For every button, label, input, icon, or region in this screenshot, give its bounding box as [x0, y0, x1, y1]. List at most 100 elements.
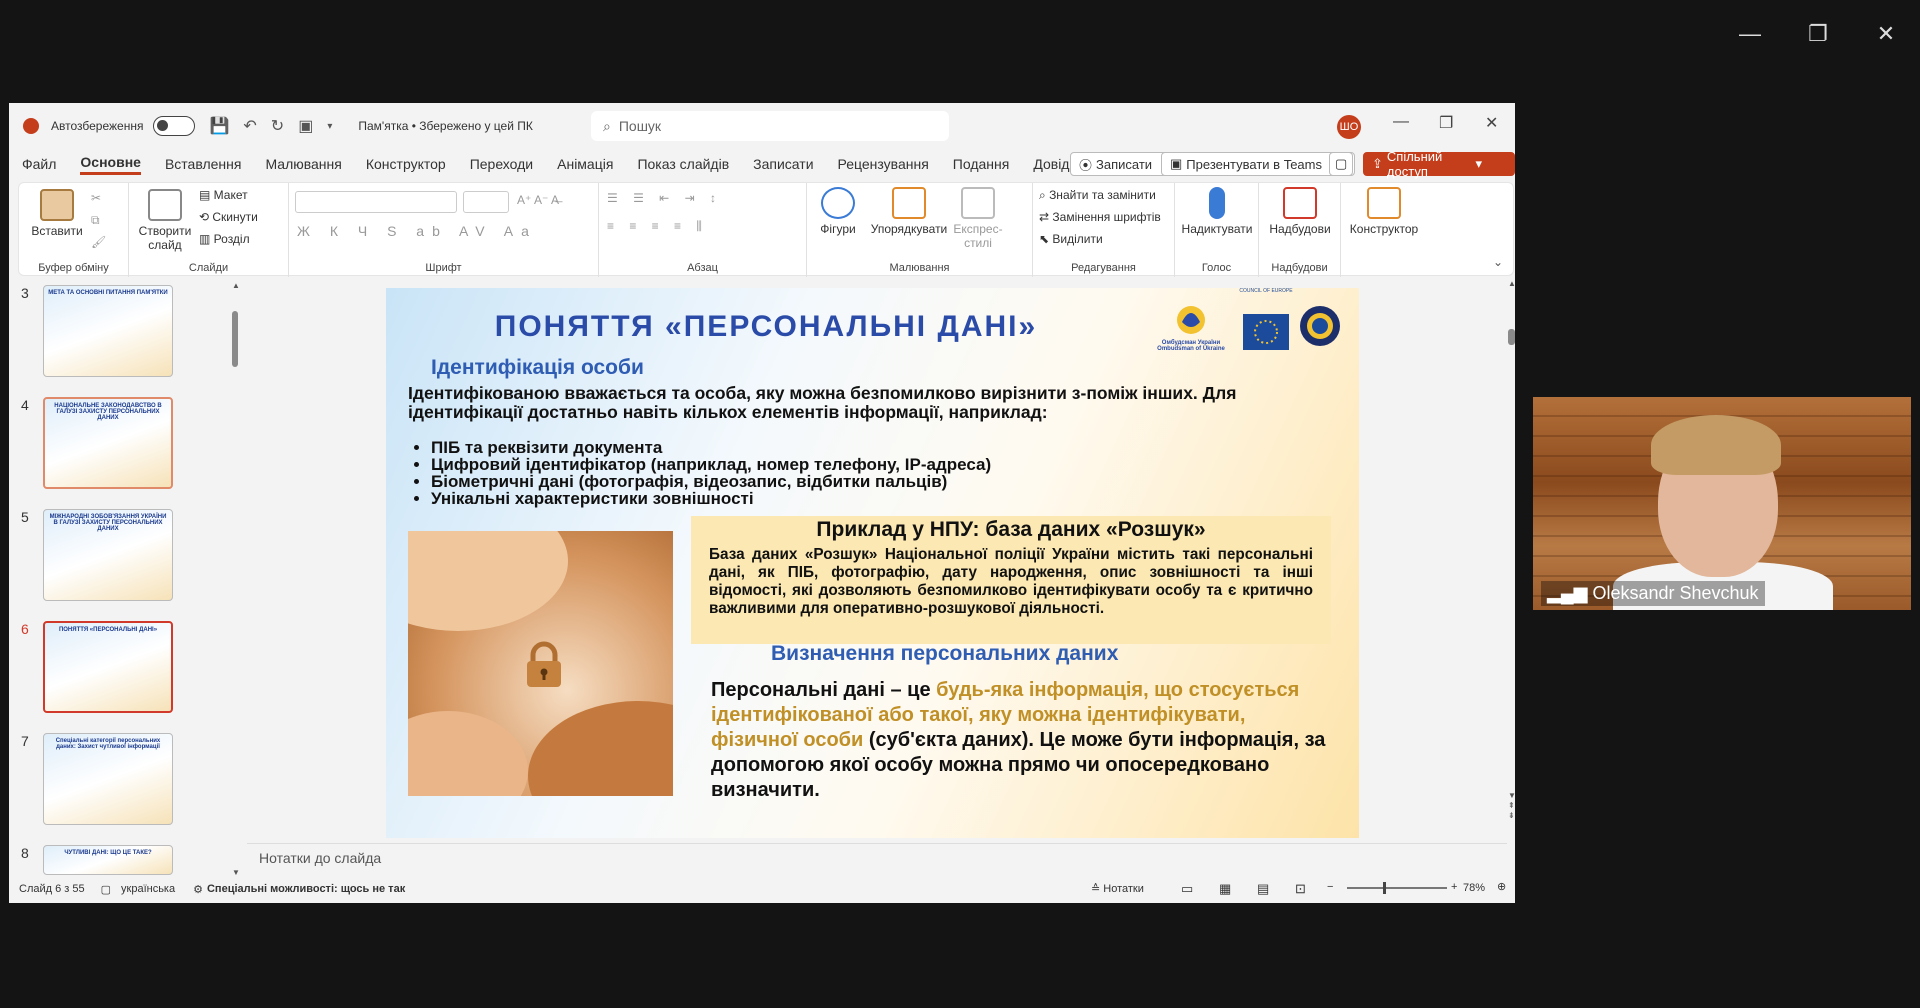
- slide-canvas[interactable]: ПОНЯТТЯ «ПЕРСОНАЛЬНІ ДАНІ» Омбудсман Укр…: [386, 288, 1359, 838]
- redo-icon[interactable]: ↻: [271, 116, 284, 136]
- restore-icon[interactable]: ❐: [1784, 0, 1852, 68]
- copy-icon[interactable]: ⧉: [91, 213, 100, 228]
- new-slide-icon: [148, 189, 182, 221]
- tab-view[interactable]: Подання: [953, 156, 1010, 172]
- wave-shape: [528, 701, 673, 796]
- slide-scrollbar[interactable]: ▲ ▼ ⇞ ⇟: [1508, 279, 1515, 835]
- share-dropdown-icon: ▾: [1475, 156, 1482, 171]
- search-box[interactable]: ⌕ Пошук: [591, 111, 949, 141]
- new-slide-label: Створити слайд: [138, 224, 192, 252]
- scroll-up-icon[interactable]: ▲: [232, 281, 240, 290]
- zoom-slider[interactable]: [1347, 882, 1447, 894]
- slide-thumbnail-3[interactable]: МЕТА ТА ОСНОВНІ ПИТАННЯ ПАМ'ЯТКИ: [43, 285, 173, 377]
- undo-icon[interactable]: ↶: [243, 116, 256, 136]
- slide-sorter-icon[interactable]: ▦: [1219, 881, 1231, 897]
- font-name-box[interactable]: [295, 191, 457, 213]
- padlock-icon: [527, 641, 561, 687]
- zoom-level[interactable]: 78%: [1463, 882, 1485, 894]
- notes-toggle[interactable]: ≙ Нотатки: [1091, 882, 1144, 895]
- shapes-button[interactable]: Фігури: [811, 187, 865, 236]
- list-icons[interactable]: ☰ ☰ ⇤ ⇥ ↕: [607, 191, 722, 205]
- slide-thumbnail-5[interactable]: МІЖНАРОДНІ ЗОБОВ'ЯЗАННЯ УКРАЇНИ В ГАЛУЗІ…: [43, 509, 173, 601]
- slideshow-icon[interactable]: ⊡: [1295, 881, 1306, 897]
- zoom-in-icon[interactable]: +: [1451, 881, 1457, 893]
- tab-record[interactable]: Записати: [753, 156, 813, 172]
- notes-pane[interactable]: Нотатки до слайда: [247, 843, 1507, 871]
- present-teams-label: Презентувати в Teams: [1186, 156, 1322, 172]
- accessibility-icon[interactable]: ⚙: [193, 883, 203, 896]
- tab-review[interactable]: Рецензування: [838, 156, 929, 172]
- slide-scrollbar-thumb[interactable]: [1508, 329, 1515, 345]
- replace-fonts-label: Замінення шрифтів: [1052, 210, 1161, 224]
- app-restore-icon[interactable]: ❐: [1439, 113, 1453, 133]
- slide-scroll-up-icon[interactable]: ▲: [1508, 279, 1515, 288]
- council-logo-text: COUNCIL OF EUROPE: [1239, 288, 1293, 294]
- scrollbar-thumb[interactable]: [232, 311, 238, 367]
- reading-view-icon[interactable]: ▤: [1257, 881, 1269, 897]
- slide-nav-icons[interactable]: ▼ ⇞ ⇟: [1508, 791, 1515, 821]
- quick-access-dropdown-icon[interactable]: ▾: [327, 121, 332, 132]
- slide-thumbnail-8[interactable]: ЧУТЛИВІ ДАНІ: ЩО ЦЕ ТАКЕ?: [43, 845, 173, 875]
- tab-file[interactable]: Файл: [22, 156, 56, 172]
- tab-slideshow[interactable]: Показ слайдів: [637, 156, 729, 172]
- participant-name-label: Oleksandr Shevchuk: [1592, 583, 1759, 603]
- arrange-button[interactable]: Упорядкувати: [867, 187, 951, 236]
- slide-thumbnail-7[interactable]: Спеціальні категорії персональних даних:…: [43, 733, 173, 825]
- close-icon[interactable]: ✕: [1852, 0, 1920, 68]
- accessibility-status[interactable]: Спеціальні можливості: щось не так: [207, 883, 405, 895]
- zoom-out-icon[interactable]: −: [1327, 881, 1333, 893]
- autosave-toggle[interactable]: [153, 116, 196, 136]
- document-title[interactable]: Пам'ятка • Збережено у цей ПК: [358, 119, 533, 133]
- dictate-button[interactable]: Надиктувати: [1179, 187, 1255, 236]
- increase-font-icon[interactable]: A⁺ A⁻ A̶: [517, 193, 559, 207]
- align-icons[interactable]: ≡ ≡ ≡ ≡ ⫼: [607, 219, 708, 234]
- ribbon: Вставити ✂ ⧉ 🖌 Буфер обміну Створити сла…: [18, 182, 1514, 277]
- app-minimize-icon[interactable]: —: [1393, 113, 1409, 131]
- slide-thumbnail-6[interactable]: ПОНЯТТЯ «ПЕРСОНАЛЬНІ ДАНІ»: [43, 621, 173, 713]
- present-teams-button[interactable]: ▣ Презентувати в Teams: [1161, 152, 1355, 176]
- avatar[interactable]: ШО: [1337, 115, 1361, 139]
- select-button[interactable]: ⬉ Виділити: [1039, 232, 1103, 246]
- ribbon-collapse-icon[interactable]: ⌄: [1493, 255, 1503, 269]
- app-close-icon[interactable]: ✕: [1485, 113, 1498, 133]
- normal-view-icon[interactable]: ▭: [1181, 881, 1193, 897]
- tab-animations[interactable]: Анімація: [557, 156, 613, 172]
- format-painter-icon[interactable]: 🖌: [91, 235, 106, 249]
- present-icon[interactable]: ▣: [298, 116, 313, 136]
- fit-slide-icon[interactable]: ⊕: [1497, 880, 1506, 893]
- paragraph-group-label: Абзац: [687, 262, 718, 274]
- paste-icon: [40, 189, 74, 221]
- font-size-box[interactable]: [463, 191, 509, 213]
- zoom-slider-handle[interactable]: [1383, 882, 1386, 894]
- slide-thumbnail-4[interactable]: НАЦІОНАЛЬНЕ ЗАКОНОДАВСТВО В ГАЛУЗІ ЗАХИС…: [43, 397, 173, 489]
- find-button[interactable]: ⌕ Знайти та замінити: [1039, 188, 1156, 203]
- share-button[interactable]: ⇪ Спільний доступ ▾: [1363, 149, 1515, 179]
- thumbnails-scrollbar[interactable]: ▲ ▼: [231, 281, 240, 877]
- new-slide-button[interactable]: Створити слайд: [137, 189, 193, 252]
- tab-transitions[interactable]: Переходи: [470, 156, 533, 172]
- quick-styles-button[interactable]: Експрес-стилі: [953, 187, 1003, 250]
- section-button[interactable]: ▥ Розділ: [199, 232, 250, 246]
- find-label: Знайти та замінити: [1049, 188, 1156, 202]
- tab-draw[interactable]: Малювання: [265, 156, 341, 172]
- replace-fonts-button[interactable]: ⇄ Замінення шрифтів: [1039, 210, 1161, 224]
- comments-button[interactable]: ▢: [1329, 152, 1353, 176]
- spellcheck-icon[interactable]: ▢: [101, 883, 111, 896]
- minimize-icon[interactable]: —: [1716, 0, 1784, 68]
- tab-design[interactable]: Конструктор: [366, 156, 446, 172]
- paste-button[interactable]: Вставити: [27, 189, 87, 238]
- tab-home[interactable]: Основне: [80, 154, 141, 175]
- addins-button[interactable]: Надбудови: [1263, 187, 1337, 236]
- font-format-icons[interactable]: Ж К Ч S ab AV Aa: [297, 223, 537, 239]
- language-label[interactable]: українська: [121, 883, 175, 895]
- addins-icon: [1283, 187, 1317, 219]
- reset-button[interactable]: ⟲ Скинути: [199, 210, 258, 224]
- cut-icon[interactable]: ✂: [91, 191, 101, 205]
- slide-number: 3: [21, 285, 29, 301]
- layout-button[interactable]: ▤ Макет: [199, 188, 248, 202]
- designer-button[interactable]: Конструктор: [1345, 187, 1423, 236]
- group-editing: ⌕ Знайти та замінити ⇄ Замінення шрифтів…: [1033, 183, 1175, 277]
- reset-icon: ⟲: [199, 210, 213, 224]
- tab-insert[interactable]: Вставлення: [165, 156, 242, 172]
- save-icon[interactable]: 💾: [209, 116, 229, 136]
